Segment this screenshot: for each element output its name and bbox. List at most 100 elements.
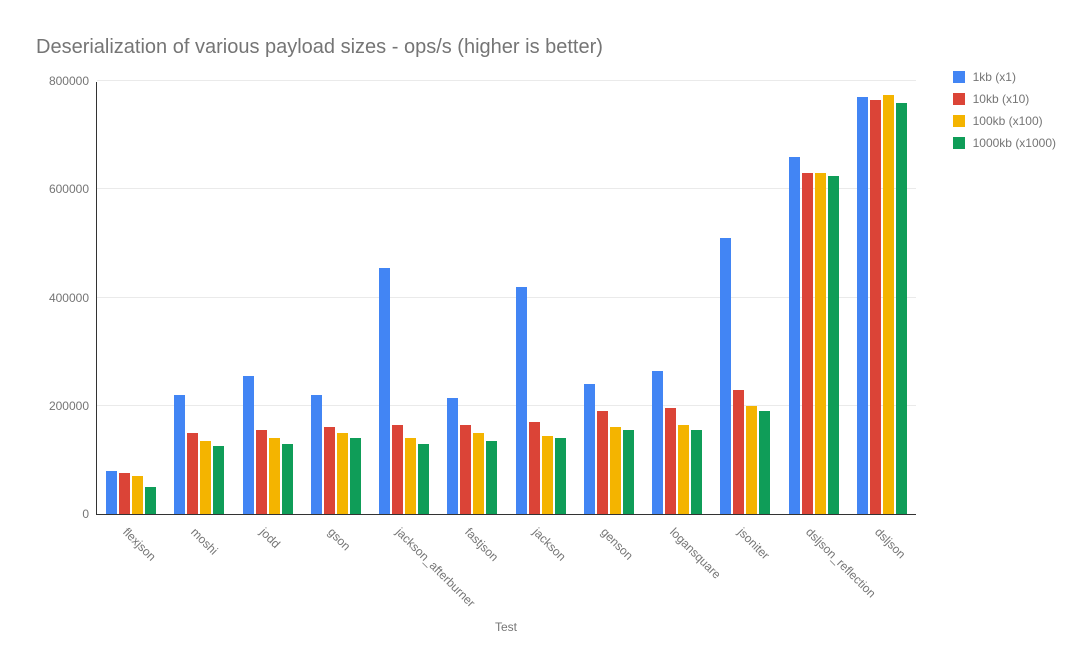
x-tick: fastjson bbox=[438, 521, 506, 611]
bar bbox=[243, 376, 254, 514]
bar-group bbox=[438, 82, 506, 514]
x-tick: gson bbox=[301, 521, 369, 611]
y-tick-label: 400000 bbox=[27, 291, 89, 305]
bar-group bbox=[165, 82, 233, 514]
bar-group bbox=[643, 82, 711, 514]
bar bbox=[623, 430, 634, 514]
bar-group bbox=[302, 82, 370, 514]
bar bbox=[516, 287, 527, 514]
bar bbox=[132, 476, 143, 514]
legend-label: 10kb (x10) bbox=[973, 92, 1030, 106]
legend-swatch bbox=[953, 137, 965, 149]
x-tick-label: flexjson bbox=[120, 525, 159, 564]
bar bbox=[896, 103, 907, 514]
x-tick-label: moshi bbox=[189, 525, 222, 558]
bar bbox=[311, 395, 322, 514]
bar bbox=[213, 446, 224, 514]
bar bbox=[282, 444, 293, 514]
bar bbox=[597, 411, 608, 514]
legend-swatch bbox=[953, 115, 965, 127]
legend: 1kb (x1) 10kb (x10) 100kb (x100) 1000kb … bbox=[953, 70, 1056, 158]
y-tick-label: 200000 bbox=[27, 399, 89, 413]
x-tick-label: jackson bbox=[530, 525, 569, 564]
bar bbox=[405, 438, 416, 514]
bar bbox=[789, 157, 800, 514]
legend-item: 10kb (x10) bbox=[953, 92, 1056, 106]
bar bbox=[174, 395, 185, 514]
bar bbox=[418, 444, 429, 514]
legend-label: 1000kb (x1000) bbox=[973, 136, 1056, 150]
x-tick-labels: flexjson moshi jodd gson jackson_afterburner… bbox=[96, 521, 916, 611]
y-tick-label: 0 bbox=[27, 507, 89, 521]
bar-group bbox=[780, 82, 848, 514]
x-tick: jackson_afterburner bbox=[369, 521, 437, 611]
x-tick: genson bbox=[574, 521, 642, 611]
bar bbox=[691, 430, 702, 514]
chart-title: Deserialization of various payload sizes… bbox=[36, 36, 603, 59]
legend-label: 1kb (x1) bbox=[973, 70, 1016, 84]
bar bbox=[350, 438, 361, 514]
legend-label: 100kb (x100) bbox=[973, 114, 1043, 128]
grid-line bbox=[97, 80, 916, 81]
x-tick: jackson bbox=[506, 521, 574, 611]
bar bbox=[187, 433, 198, 514]
x-tick: jodd bbox=[233, 521, 301, 611]
bar bbox=[584, 384, 595, 514]
bar bbox=[883, 95, 894, 514]
bar bbox=[256, 430, 267, 514]
bar bbox=[665, 408, 676, 514]
bar bbox=[870, 100, 881, 514]
legend-item: 100kb (x100) bbox=[953, 114, 1056, 128]
y-tick-label: 600000 bbox=[27, 182, 89, 196]
bar bbox=[720, 238, 731, 514]
bar bbox=[746, 406, 757, 514]
x-tick: moshi bbox=[164, 521, 232, 611]
bar bbox=[392, 425, 403, 514]
bar-groups bbox=[97, 82, 916, 514]
bar bbox=[460, 425, 471, 514]
x-tick: dsljson bbox=[848, 521, 916, 611]
bar-group bbox=[97, 82, 165, 514]
bar bbox=[486, 441, 497, 514]
bar-group bbox=[234, 82, 302, 514]
bar bbox=[828, 176, 839, 514]
bar bbox=[337, 433, 348, 514]
bar bbox=[652, 371, 663, 514]
x-tick-label: gson bbox=[325, 525, 353, 553]
x-tick: dsljson_reflection bbox=[779, 521, 847, 611]
bar bbox=[733, 390, 744, 514]
x-axis-title: Test bbox=[96, 620, 916, 634]
bar bbox=[200, 441, 211, 514]
bar bbox=[379, 268, 390, 514]
bar bbox=[145, 487, 156, 514]
bar bbox=[473, 433, 484, 514]
plot-area: 0200000400000600000800000 bbox=[96, 82, 916, 515]
legend-item: 1000kb (x1000) bbox=[953, 136, 1056, 150]
bar bbox=[802, 173, 813, 514]
legend-item: 1kb (x1) bbox=[953, 70, 1056, 84]
bar bbox=[106, 471, 117, 514]
x-tick: jsoniter bbox=[711, 521, 779, 611]
bar bbox=[815, 173, 826, 514]
x-tick-label: genson bbox=[599, 525, 637, 563]
bar bbox=[678, 425, 689, 514]
bar bbox=[119, 473, 130, 514]
x-tick-label: jsoniter bbox=[735, 525, 772, 562]
bar-group bbox=[848, 82, 916, 514]
bar bbox=[542, 436, 553, 514]
bar-group bbox=[507, 82, 575, 514]
bar-group bbox=[370, 82, 438, 514]
bar bbox=[610, 427, 621, 514]
bar bbox=[529, 422, 540, 514]
x-tick: logansquare bbox=[643, 521, 711, 611]
legend-swatch bbox=[953, 93, 965, 105]
legend-swatch bbox=[953, 71, 965, 83]
bar bbox=[857, 97, 868, 514]
x-tick: flexjson bbox=[96, 521, 164, 611]
bar bbox=[759, 411, 770, 514]
bar-group bbox=[575, 82, 643, 514]
bar bbox=[555, 438, 566, 514]
bar bbox=[269, 438, 280, 514]
y-tick-label: 800000 bbox=[27, 74, 89, 88]
x-tick-label: fastjson bbox=[462, 525, 501, 564]
